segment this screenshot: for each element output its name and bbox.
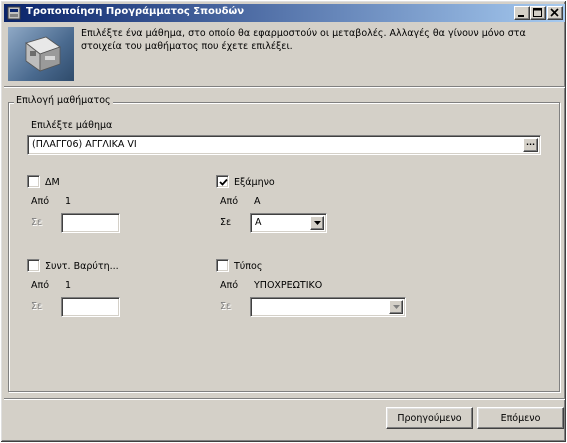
close-button[interactable] xyxy=(547,6,563,20)
type-checkbox[interactable] xyxy=(216,259,229,272)
maximize-icon xyxy=(533,8,542,17)
select-course-label: Επιλέξτε μάθημα xyxy=(31,120,113,131)
semester-dropdown-button[interactable] xyxy=(310,216,324,230)
semester-to-select[interactable]: Α xyxy=(250,213,327,233)
close-icon xyxy=(550,8,559,17)
weight-from-value: 1 xyxy=(65,280,72,291)
header-divider xyxy=(4,86,565,88)
semester-to-label: Σε xyxy=(220,217,232,228)
semester-from-label: Από xyxy=(220,196,239,207)
previous-button[interactable]: Προηγούμενο xyxy=(386,407,473,429)
dm-checkbox[interactable] xyxy=(27,175,40,188)
window-title: Τροποποίηση Προγράμματος Σπουδών xyxy=(26,6,245,17)
semester-to-value: Α xyxy=(255,217,262,228)
semester-label: Εξάμηνο xyxy=(234,177,275,188)
weight-from-label: Από xyxy=(31,280,50,291)
type-dropdown-button[interactable] xyxy=(389,300,403,314)
dialog-window: Τροποποίηση Προγράμματος Σπουδών Επιλέξτ… xyxy=(0,0,567,443)
type-to-label: Σε xyxy=(220,301,232,312)
course-field[interactable]: (ΠΛΑΓΓ06) ΑΓΓΛΙΚΑ VI ... xyxy=(27,135,541,155)
type-from-label: Από xyxy=(220,280,239,291)
weight-label: Συντ. Βαρύτη... xyxy=(45,261,119,272)
next-button[interactable]: Επόμενο xyxy=(477,407,564,429)
chevron-down-icon xyxy=(393,305,400,309)
weight-to-label: Σε xyxy=(31,301,43,312)
type-from-value: ΥΠΟΧΡΕΩΤΙΚΟ xyxy=(254,280,323,291)
header-description: Επιλέξτε ένα μάθημα, στο οποίο θα εφαρμο… xyxy=(81,28,526,52)
group-legend: Επιλογή μαθήματος xyxy=(14,95,113,106)
maximize-button[interactable] xyxy=(530,6,546,20)
type-to-select[interactable] xyxy=(250,297,406,317)
dm-to-input[interactable] xyxy=(61,213,120,233)
weight-checkbox[interactable] xyxy=(27,259,40,272)
chevron-down-icon xyxy=(314,221,321,225)
minimize-button[interactable] xyxy=(514,6,530,20)
type-label: Τύπος xyxy=(234,261,263,272)
dm-from-value: 1 xyxy=(65,196,72,207)
footer-divider xyxy=(4,398,565,400)
course-value: (ΠΛΑΓΓ06) ΑΓΓΛΙΚΑ VI xyxy=(32,139,137,150)
weight-to-input[interactable] xyxy=(61,297,120,317)
app-icon xyxy=(7,6,21,20)
dm-from-label: Από xyxy=(31,196,50,207)
checkmark-icon xyxy=(219,178,228,186)
dm-label: ΔΜ xyxy=(45,177,60,188)
minimize-icon xyxy=(518,15,524,17)
browse-button[interactable]: ... xyxy=(523,138,538,152)
dm-to-label: Σε xyxy=(31,217,43,228)
course-schedule-icon xyxy=(8,27,74,81)
semester-checkbox[interactable] xyxy=(216,175,229,188)
title-bar[interactable]: Τροποποίηση Προγράμματος Σπουδών xyxy=(4,4,565,22)
semester-from-value: Α xyxy=(254,196,261,207)
